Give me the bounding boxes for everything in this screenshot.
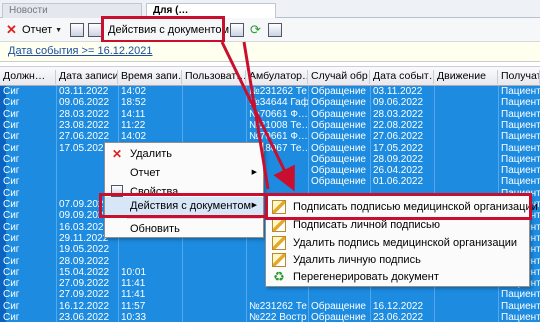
arrow-to-menu	[242, 41, 270, 190]
annotation-arrows	[220, 41, 295, 192]
